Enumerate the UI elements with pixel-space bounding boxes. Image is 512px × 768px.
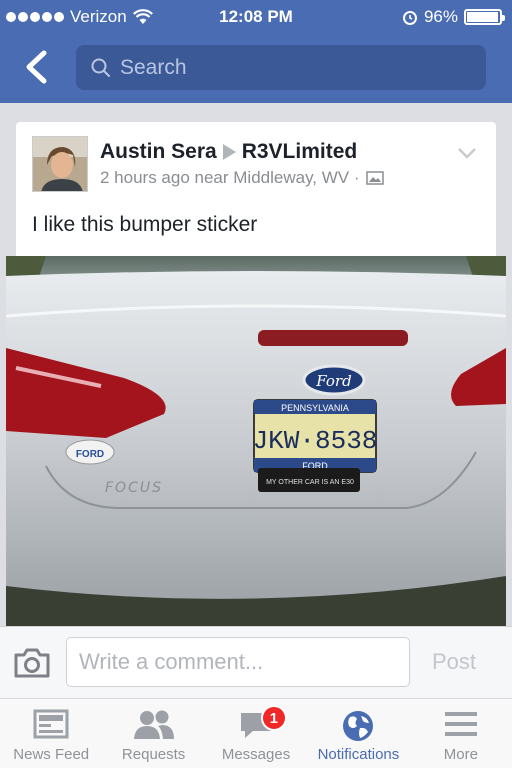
back-arrow-icon[interactable] (22, 50, 50, 84)
ford-emblem: Ford (315, 372, 351, 390)
tab-label: News Feed (13, 746, 90, 763)
post-text: I like this bumper sticker (32, 213, 258, 236)
tab-bar: News Feed Requests 1 Messages Notificati… (0, 698, 512, 768)
status-right: 96% (402, 7, 505, 27)
post-timestamp[interactable]: 2 hours ago near Middleway, WV · (100, 168, 360, 188)
tab-more[interactable]: More (410, 699, 512, 768)
friend-requests-icon (133, 710, 174, 739)
top-bar: Verizon 12:08 PM 96% (0, 0, 512, 103)
avatar[interactable] (32, 136, 88, 192)
alarm-icon (402, 11, 417, 25)
tab-notifications[interactable]: Notifications (307, 699, 409, 768)
plate-number: JKW·8538 (253, 426, 378, 456)
post-meta: 2 hours ago near Middleway, WV · (100, 168, 384, 188)
search-icon (91, 58, 110, 77)
battery-icon (464, 9, 505, 25)
bumper-sticker-text: MY OTHER CAR IS AN E30 (266, 479, 354, 486)
battery-percent: 96% (423, 7, 458, 26)
focus-badge: FOCUS (105, 480, 163, 496)
target-name[interactable]: R3VLimited (242, 140, 358, 164)
shared-to-arrow-icon (222, 144, 236, 160)
post-card: Austin Sera R3VLimited 2 hours ago near … (16, 122, 496, 262)
news-feed-icon (33, 709, 69, 739)
post-comment-button[interactable]: Post (432, 649, 476, 675)
tab-label: Messages (221, 746, 291, 763)
tab-news-feed[interactable]: News Feed (0, 699, 102, 768)
left-sticker: FORD (76, 449, 104, 460)
chevron-down-icon[interactable] (456, 146, 478, 160)
camera-icon[interactable] (12, 647, 52, 679)
plate-state: PENNSYLVANIA (281, 403, 349, 413)
status-bar: Verizon 12:08 PM 96% (0, 0, 512, 36)
search-input[interactable] (120, 55, 460, 80)
comment-input[interactable] (66, 637, 410, 687)
menu-icon (444, 712, 477, 736)
search-bar[interactable] (76, 45, 486, 90)
tab-requests[interactable]: Requests (102, 699, 204, 768)
messages-badge: 1 (260, 705, 287, 731)
globe-icon (343, 711, 374, 741)
post-photo[interactable]: Ford PENNSYLVANIA JKW·8538 FORD MY OTHER… (6, 256, 506, 626)
author-name[interactable]: Austin Sera (100, 140, 217, 164)
photo-icon (365, 171, 384, 185)
post-header: Austin Sera R3VLimited (100, 140, 357, 164)
tab-label: Requests (121, 746, 186, 763)
comment-bar: Post (0, 626, 512, 698)
tab-label: Notifications (317, 746, 400, 763)
tab-messages[interactable]: 1 Messages (205, 699, 307, 768)
tab-label: More (443, 746, 478, 763)
